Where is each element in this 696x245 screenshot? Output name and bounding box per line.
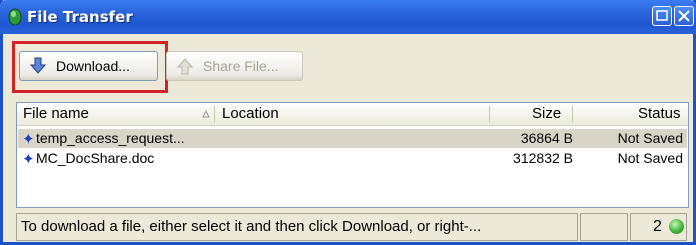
app-icon [8, 8, 22, 26]
file-transfer-window: File Transfer Download... Share File... [0, 0, 696, 245]
column-header-size[interactable]: Size [532, 105, 561, 123]
list-header: File name Location Size Status [17, 103, 688, 126]
cell-size: 36864 B [520, 130, 573, 146]
window-title: File Transfer [27, 8, 133, 26]
cell-size: 312832 B [513, 150, 573, 166]
cell-status: Not Saved [617, 150, 683, 166]
download-button[interactable]: Download... [19, 51, 158, 81]
connection-status-icon [669, 219, 684, 234]
cell-status: Not Saved [617, 130, 683, 146]
upload-arrow-icon [176, 58, 194, 75]
file-bullet-icon: ✦ [22, 131, 35, 148]
column-separator[interactable] [572, 106, 573, 122]
status-bar: To download a file, either select it and… [16, 213, 689, 241]
cell-file-name: temp_access_request... [36, 130, 185, 146]
column-header-location[interactable]: Location [222, 105, 279, 123]
minimize-icon [656, 10, 668, 21]
column-separator[interactable] [214, 106, 215, 122]
title-bar[interactable]: File Transfer [0, 0, 696, 34]
cell-file-name: MC_DocShare.doc [36, 150, 155, 166]
column-header-status[interactable]: Status [638, 105, 681, 123]
sort-ascending-icon [202, 110, 210, 118]
status-count-panel: 2 [630, 213, 687, 241]
toolbar: Download... Share File... [3, 34, 693, 96]
file-bullet-icon: ✦ [22, 151, 35, 168]
share-file-button[interactable]: Share File... [166, 51, 303, 81]
column-separator[interactable] [489, 106, 490, 122]
download-label: Download... [56, 58, 130, 74]
minimize-button[interactable] [652, 6, 672, 26]
download-arrow-icon [29, 57, 47, 74]
status-panel-empty [580, 213, 628, 241]
share-file-label: Share File... [203, 58, 279, 74]
close-button[interactable] [674, 6, 694, 26]
file-count: 2 [653, 218, 662, 235]
close-icon [678, 10, 690, 22]
status-message: To download a file, either select it and… [16, 213, 578, 241]
table-row[interactable]: ✦ temp_access_request... 36864 B Not Sav… [18, 129, 687, 148]
column-header-file-name[interactable]: File name [23, 105, 89, 123]
table-row[interactable]: ✦ MC_DocShare.doc 312832 B Not Saved [18, 149, 687, 168]
file-list: File name Location Size Status ✦ temp_ac… [16, 102, 689, 208]
